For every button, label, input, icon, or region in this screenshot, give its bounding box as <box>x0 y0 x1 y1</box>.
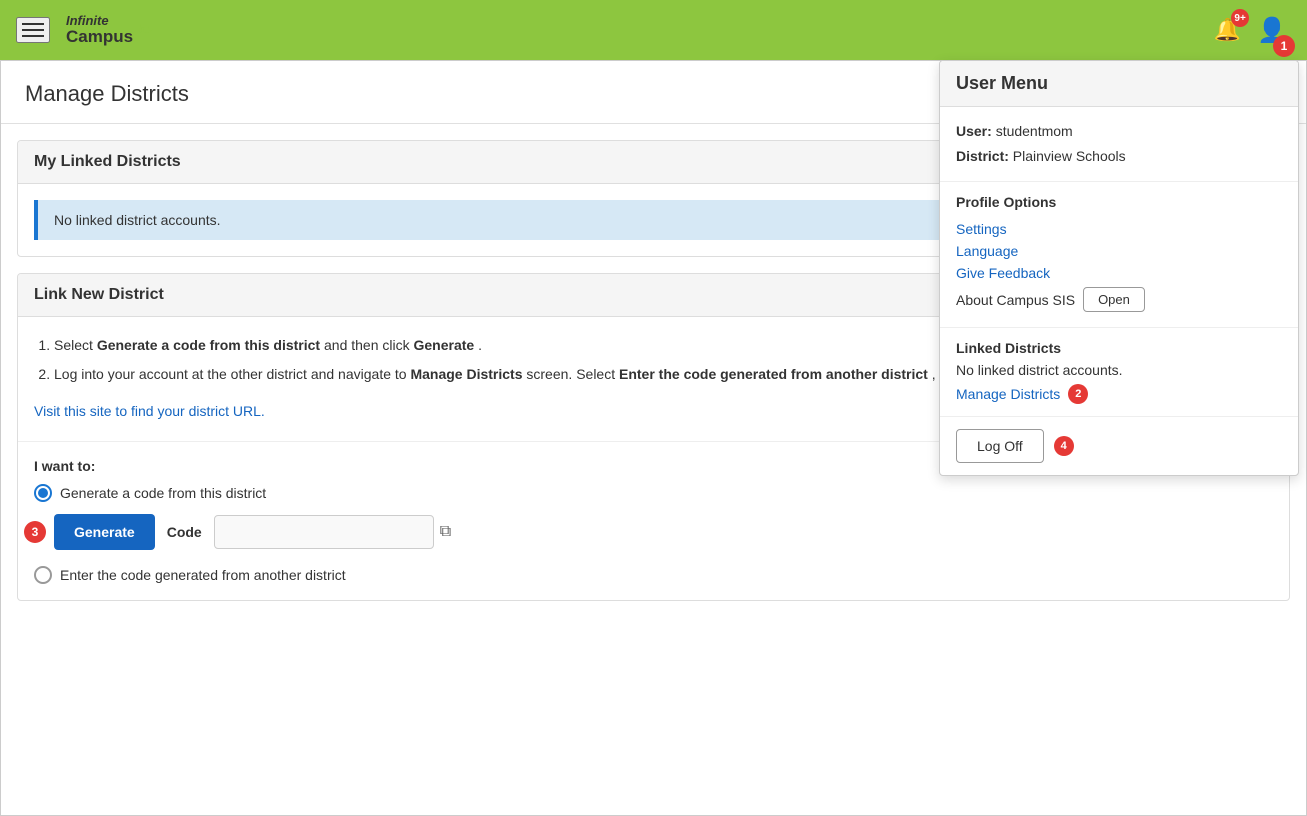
user-info: User: studentmom District: Plainview Sch… <box>956 119 1282 169</box>
header-right: 🔔 9+ 👤 1 <box>1210 12 1291 49</box>
main-layout: Manage Districts My Linked Districts No … <box>0 60 1307 816</box>
user-menu-header: User Menu <box>940 61 1298 107</box>
district-value: Plainview Schools <box>1013 148 1126 164</box>
instruction-2-bold2: Enter the code generated from another di… <box>619 366 928 382</box>
radio-generate-label: Generate a code from this district <box>60 485 266 501</box>
logoff-section: Log Off 4 <box>940 417 1298 475</box>
notification-badge: 9+ <box>1231 9 1249 27</box>
manage-link-row: Manage Districts 2 <box>956 384 1282 404</box>
about-row: About Campus SIS Open <box>956 284 1282 315</box>
app-header: Infinite Campus ❧ 🔔 9+ 👤 1 <box>0 0 1307 60</box>
settings-link[interactable]: Settings <box>956 218 1282 240</box>
profile-options-label: Profile Options <box>956 194 1282 210</box>
notifications-button[interactable]: 🔔 9+ <box>1210 13 1245 47</box>
instruction-1-bold2: Generate <box>414 337 475 353</box>
header-left: Infinite Campus ❧ <box>16 14 154 47</box>
hamburger-menu-button[interactable] <box>16 17 50 43</box>
user-menu-title: User Menu <box>956 73 1282 94</box>
visit-site-link[interactable]: Visit this site to find your district UR… <box>34 399 265 424</box>
generate-row: 3 Generate Code ⧉ <box>34 514 1273 550</box>
radio-enter-circle[interactable] <box>34 566 52 584</box>
logoff-button[interactable]: Log Off <box>956 429 1044 463</box>
district-label: District: <box>956 148 1009 164</box>
step-badge-4: 4 <box>1054 436 1074 456</box>
user-menu-dropdown: User Menu User: studentmom District: Pla… <box>939 60 1299 476</box>
step-badge-3: 3 <box>24 521 46 543</box>
open-button[interactable]: Open <box>1083 287 1145 312</box>
logo-swoosh-icon: ❧ <box>137 17 154 42</box>
step-badge-2: 2 <box>1068 384 1088 404</box>
profile-options-section: Profile Options Settings Language Give F… <box>940 182 1298 328</box>
radio-enter[interactable]: Enter the code generated from another di… <box>34 566 1273 584</box>
user-label: User: <box>956 123 992 139</box>
code-field-wrap: ⧉ <box>214 515 451 549</box>
user-name-row: User: studentmom <box>956 119 1282 144</box>
linked-districts-menu-title: Linked Districts <box>956 340 1282 356</box>
user-menu-trigger-wrap: 👤 1 <box>1253 12 1291 49</box>
logo-infinite: Infinite <box>66 14 133 28</box>
give-feedback-link[interactable]: Give Feedback <box>956 262 1282 284</box>
radio-enter-label: Enter the code generated from another di… <box>60 567 346 583</box>
instruction-2-bold1: Manage Districts <box>410 366 522 382</box>
no-linked-menu-msg: No linked district accounts. <box>956 362 1282 378</box>
instruction-1-bold1: Generate a code from this district <box>97 337 320 353</box>
linked-districts-menu-section: Linked Districts No linked district acco… <box>940 328 1298 417</box>
manage-districts-link[interactable]: Manage Districts <box>956 386 1060 402</box>
about-label: About Campus SIS <box>956 292 1075 308</box>
generate-button[interactable]: Generate <box>54 514 155 550</box>
code-label: Code <box>167 524 202 540</box>
step-badge-1: 1 <box>1273 35 1295 57</box>
user-info-section: User: studentmom District: Plainview Sch… <box>940 107 1298 182</box>
district-row: District: Plainview Schools <box>956 144 1282 169</box>
radio-generate-circle[interactable] <box>34 484 52 502</box>
logo-campus: Campus <box>66 28 133 47</box>
logo: Infinite Campus ❧ <box>66 14 154 47</box>
user-value: studentmom <box>996 123 1073 139</box>
radio-generate[interactable]: Generate a code from this district <box>34 484 1273 502</box>
logo-brand: Infinite Campus <box>66 14 133 47</box>
code-input[interactable] <box>214 515 434 549</box>
language-link[interactable]: Language <box>956 240 1282 262</box>
copy-icon[interactable]: ⧉ <box>440 523 451 541</box>
